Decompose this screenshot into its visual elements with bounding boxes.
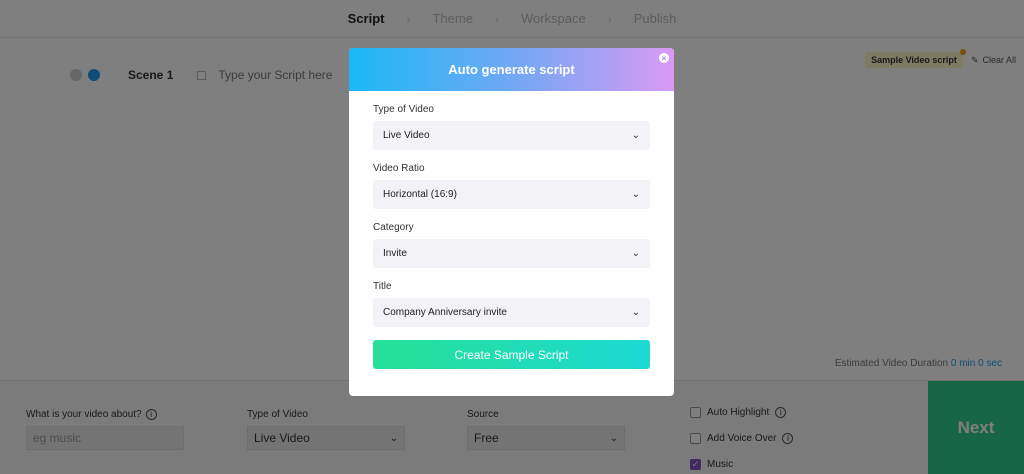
chevron-down-icon: ⌄ bbox=[631, 189, 640, 200]
title-label: Title bbox=[373, 281, 392, 292]
category-value: Invite bbox=[383, 248, 407, 259]
modal-body: Type of Video Live Video ⌄ Video Ratio H… bbox=[349, 91, 674, 369]
close-icon[interactable]: × bbox=[659, 53, 669, 63]
chevron-down-icon: ⌄ bbox=[631, 248, 640, 259]
video-type-select[interactable]: Live Video ⌄ bbox=[373, 121, 650, 150]
category-field: Category Invite ⌄ bbox=[373, 222, 650, 268]
modal-header: Auto generate script × bbox=[349, 48, 674, 91]
modal-title: Auto generate script bbox=[448, 62, 575, 77]
category-select[interactable]: Invite ⌄ bbox=[373, 239, 650, 268]
chevron-down-icon: ⌄ bbox=[631, 130, 640, 141]
title-value: Company Anniversary invite bbox=[383, 307, 507, 318]
category-label: Category bbox=[373, 222, 414, 233]
video-type-value: Live Video bbox=[383, 130, 430, 141]
title-select[interactable]: Company Anniversary invite ⌄ bbox=[373, 298, 650, 327]
video-type-label: Type of Video bbox=[373, 104, 434, 115]
chevron-down-icon: ⌄ bbox=[631, 307, 640, 318]
video-ratio-field: Video Ratio Horizontal (16:9) ⌄ bbox=[373, 163, 650, 209]
video-ratio-value: Horizontal (16:9) bbox=[383, 189, 457, 200]
create-sample-script-button[interactable]: Create Sample Script bbox=[373, 340, 650, 369]
auto-generate-script-modal: Auto generate script × Type of Video Liv… bbox=[349, 48, 674, 396]
video-ratio-select[interactable]: Horizontal (16:9) ⌄ bbox=[373, 180, 650, 209]
video-type-field: Type of Video Live Video ⌄ bbox=[373, 104, 650, 150]
video-ratio-label: Video Ratio bbox=[373, 163, 425, 174]
title-field: Title Company Anniversary invite ⌄ bbox=[373, 281, 650, 327]
